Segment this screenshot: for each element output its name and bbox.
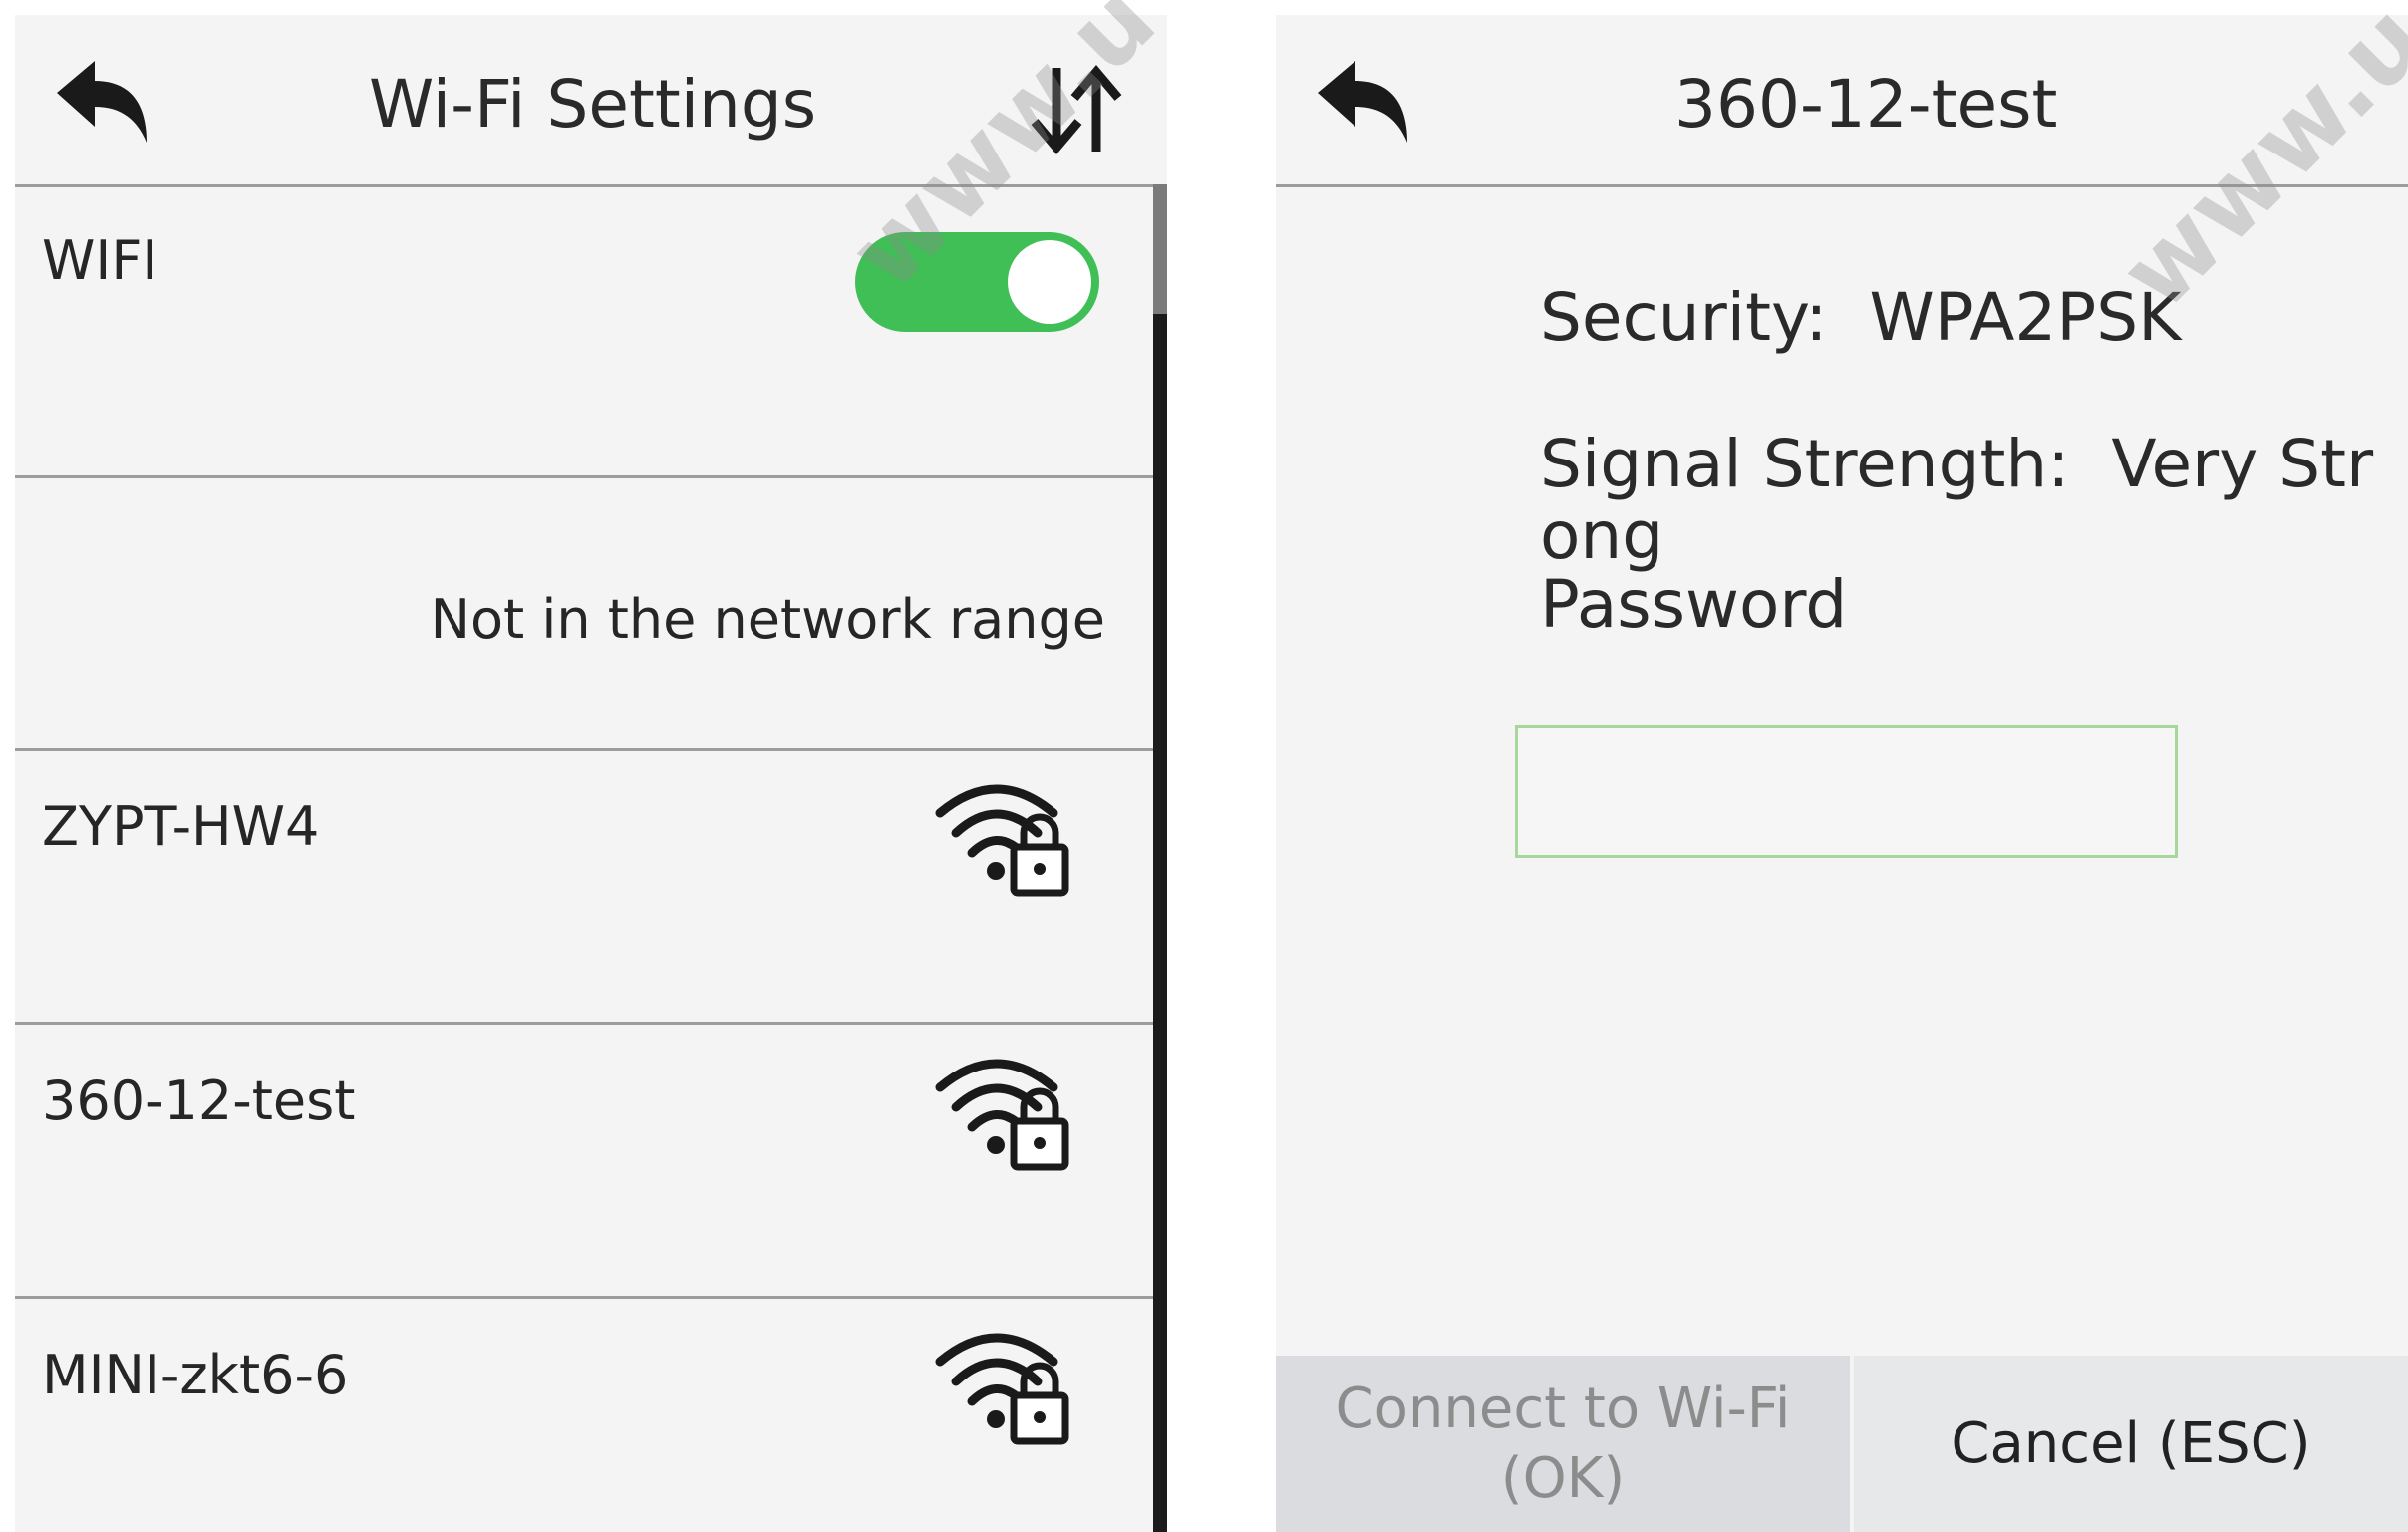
list-item-network[interactable]: MINI-zkt6-6 (15, 1299, 1153, 1532)
security-value: WPA2PSK (1869, 279, 2182, 356)
scrollbar[interactable] (1153, 184, 1167, 1532)
back-arrow-icon (57, 61, 147, 143)
sort-button[interactable] (1027, 60, 1126, 159)
status-row: Not in the network range (15, 478, 1153, 751)
wifi-lock-icon (935, 1333, 1069, 1445)
back-button[interactable] (1316, 57, 1415, 147)
network-ssid: MINI-zkt6-6 (42, 1344, 349, 1406)
header: 360-12-test (1276, 15, 2408, 187)
toggle-knob (1008, 240, 1091, 324)
security-info: Security: WPA2PSK (1540, 279, 2181, 356)
wifi-lock-icon (935, 1059, 1069, 1171)
connect-label: Connect to Wi-Fi (1335, 1376, 1791, 1441)
connect-button[interactable]: Connect to Wi-Fi (OK) (1276, 1356, 1850, 1532)
network-status-text: Not in the network range (430, 588, 1105, 651)
page-title: Wi-Fi Settings (369, 66, 817, 143)
page-title: 360-12-test (1674, 66, 2058, 143)
connect-shortcut: (OK) (1500, 1445, 1626, 1511)
cancel-button[interactable]: Cancel (ESC) (1854, 1356, 2408, 1532)
password-input[interactable] (1515, 725, 2178, 858)
wifi-settings-screen: Wi-Fi Settings WIFI Not in the network r… (15, 15, 1167, 1532)
signal-label: Signal Strength: (1540, 426, 2070, 502)
list-item-network[interactable]: ZYPT-HW4 (15, 751, 1153, 1025)
back-button[interactable] (55, 57, 154, 147)
wifi-lock-icon (935, 784, 1069, 897)
network-ssid: 360-12-test (42, 1070, 356, 1132)
scrollbar-thumb[interactable] (1153, 184, 1167, 314)
network-detail-screen: 360-12-test Security: WPA2PSK Signal Str… (1276, 15, 2408, 1532)
network-ssid: ZYPT-HW4 (42, 795, 320, 858)
header: Wi-Fi Settings (15, 15, 1167, 187)
password-label: Password (1540, 566, 1848, 643)
wifi-label: WIFI (42, 229, 158, 292)
button-bar: Connect to Wi-Fi (OK) Cancel (ESC) (1276, 1356, 2408, 1532)
back-arrow-icon (1318, 61, 1407, 143)
list-item-network[interactable]: 360-12-test (15, 1025, 1153, 1299)
signal-info: Signal Strength: Very Strong (1540, 429, 2387, 572)
sort-arrows-icon (1031, 65, 1122, 154)
security-label: Security: (1540, 279, 1828, 356)
wifi-toggle[interactable] (855, 232, 1099, 332)
